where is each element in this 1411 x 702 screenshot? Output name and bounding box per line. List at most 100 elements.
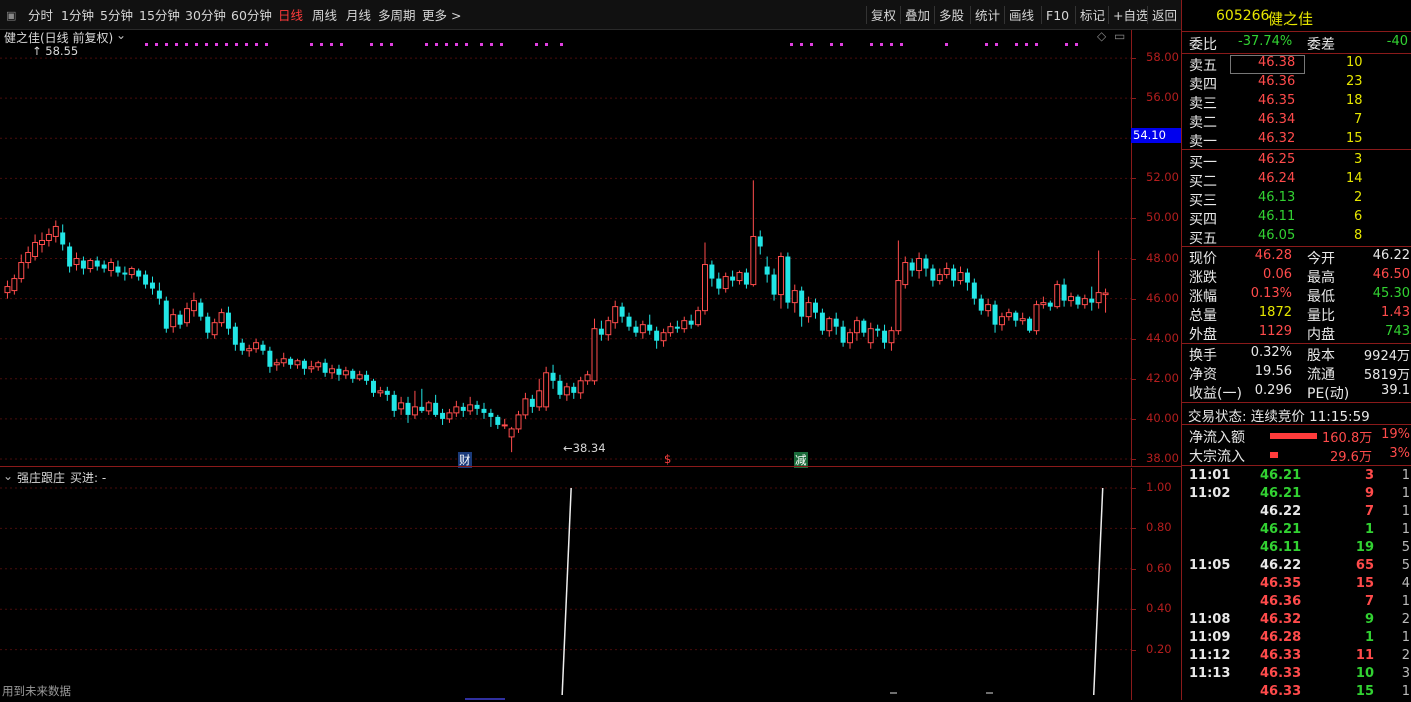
- indicator-tick-label: 0.80: [1146, 520, 1172, 535]
- candle-body-down: [978, 298, 984, 311]
- candle: [633, 320, 639, 337]
- signal-dot: [155, 43, 158, 46]
- candle-body-up: [508, 428, 515, 438]
- period-tab-0[interactable]: 分时: [28, 0, 53, 30]
- tick-volume: 9: [1364, 612, 1374, 627]
- bid-level-3[interactable]: 买三 46.13 2: [1182, 190, 1411, 209]
- signal-dot: [995, 43, 998, 46]
- toolbar-separator: [1147, 6, 1148, 24]
- toolbar-button-5[interactable]: F10: [1046, 5, 1069, 25]
- toolbar-button-1[interactable]: 叠加: [905, 5, 930, 25]
- period-tab-1[interactable]: 1分钟: [61, 0, 94, 30]
- candle-body-down: [322, 362, 328, 373]
- indicator-chart[interactable]: ⌄ 强庄跟庄 买进: - 用到未来数据: [0, 468, 1131, 700]
- price-tick-label: 46.00: [1146, 290, 1179, 305]
- event-marker-dollar[interactable]: $: [664, 452, 671, 466]
- candle-body-up: [218, 312, 225, 324]
- period-tab-4[interactable]: 30分钟: [185, 0, 226, 30]
- candle: [998, 312, 1005, 331]
- candle: [730, 270, 736, 287]
- bid-volume: 8: [1354, 228, 1363, 243]
- candle-body-up: [1081, 298, 1088, 306]
- ask-level-3[interactable]: 卖三 46.35 18: [1182, 93, 1411, 112]
- candle-body-up: [867, 328, 874, 344]
- period-tab-2[interactable]: 5分钟: [100, 0, 133, 30]
- period-tab-10[interactable]: 更多 >: [422, 0, 461, 30]
- candle-body-down: [474, 404, 480, 409]
- candle-body-up: [888, 330, 895, 344]
- toolbar-button-6[interactable]: 标记: [1080, 5, 1105, 25]
- candle-body-down: [930, 268, 936, 281]
- pane-divider: [0, 466, 1181, 467]
- candle-body-up: [246, 348, 253, 352]
- bid-level-4[interactable]: 买四 46.11 6: [1182, 209, 1411, 228]
- candle-body-up: [777, 256, 784, 296]
- period-tab-6[interactable]: 日线: [278, 0, 303, 30]
- stat-label: 净资: [1189, 367, 1217, 383]
- candle-body-up: [805, 302, 812, 318]
- bid-level-2[interactable]: 买二 46.24 14: [1182, 171, 1411, 190]
- candle-body-up: [4, 286, 11, 294]
- toolbar-button-3[interactable]: 统计: [975, 5, 1000, 25]
- toolbar-button-7[interactable]: +自选: [1113, 5, 1148, 25]
- toolbar-button-8[interactable]: 返回: [1152, 5, 1177, 25]
- candle-body-down: [301, 360, 307, 369]
- ask-level-2[interactable]: 卖二 46.34 7: [1182, 112, 1411, 131]
- ask-level-5[interactable]: 卖五 46.38 10: [1182, 55, 1411, 74]
- block-inflow-row: 大宗流入 29.6万 3%: [1182, 446, 1411, 465]
- signal-dot: [320, 43, 323, 46]
- tick-row: 11:12 46.33 11 2: [1182, 648, 1411, 666]
- stat-value: 0.13%: [1250, 286, 1292, 301]
- candle-body-down: [391, 394, 397, 411]
- period-tab-9[interactable]: 多周期: [378, 0, 416, 30]
- candle: [322, 358, 328, 377]
- candle-body-down: [370, 380, 376, 393]
- candle-body-down: [101, 264, 107, 269]
- candle: [280, 352, 287, 367]
- candle: [384, 386, 390, 401]
- price-tick-label: 52.00: [1146, 170, 1179, 185]
- candle: [377, 386, 384, 397]
- candle: [577, 376, 584, 399]
- candle-body-up: [52, 225, 59, 237]
- candle-body-up: [826, 318, 833, 332]
- ask-volume: 23: [1346, 74, 1363, 89]
- candle-body-up: [1005, 312, 1012, 318]
- candle: [211, 318, 218, 339]
- candle: [1047, 300, 1053, 311]
- period-tab-7[interactable]: 周线: [312, 0, 337, 30]
- tick-count: 1: [1401, 594, 1410, 609]
- selected-price-box: [1230, 55, 1305, 74]
- candle: [38, 232, 45, 253]
- candle-body-down: [730, 276, 736, 281]
- candle: [612, 300, 619, 329]
- tick-volume: 15: [1355, 684, 1374, 699]
- signal-dot: [455, 43, 458, 46]
- candle: [681, 316, 688, 333]
- toolbar-button-2[interactable]: 多股: [939, 5, 964, 25]
- toolbar-separator: [1108, 6, 1109, 24]
- period-tab-8[interactable]: 月线: [346, 0, 371, 30]
- price-tick-label: 58.00: [1146, 50, 1179, 65]
- candle-body-down: [799, 290, 805, 317]
- ask-level-4[interactable]: 卖四 46.36 23: [1182, 74, 1411, 93]
- toolbar-button-0[interactable]: 复权: [871, 5, 896, 25]
- trade-status-text: 交易状态: 连续竞价 11:15:59: [1188, 409, 1370, 425]
- candle: [25, 246, 32, 269]
- bid-level-1[interactable]: 买一 46.25 3: [1182, 152, 1411, 171]
- bid-label: 买一: [1189, 155, 1217, 171]
- block-inflow-value: 29.6万: [1330, 450, 1372, 465]
- window-menu-icon[interactable]: ▣: [6, 0, 16, 30]
- toolbar-button-4[interactable]: 画线: [1009, 5, 1034, 25]
- ask-level-1[interactable]: 卖一 46.32 15: [1182, 131, 1411, 150]
- tick-row: 11:02 46.21 9 1: [1182, 486, 1411, 504]
- candle: [501, 418, 508, 429]
- net-inflow-bar: [1270, 433, 1317, 439]
- period-tab-3[interactable]: 15分钟: [139, 0, 180, 30]
- kline-chart[interactable]: 健之佳(日线 前复权) ⌄ ◇ ▭ ↑ 58.55 ←38.34 财 $ 减: [0, 28, 1131, 468]
- tick-volume: 11: [1355, 648, 1374, 663]
- tick-time: 11:09: [1189, 630, 1231, 645]
- period-tab-5[interactable]: 60分钟: [231, 0, 272, 30]
- candle: [481, 402, 487, 419]
- bid-level-5[interactable]: 买五 46.05 8: [1182, 228, 1411, 247]
